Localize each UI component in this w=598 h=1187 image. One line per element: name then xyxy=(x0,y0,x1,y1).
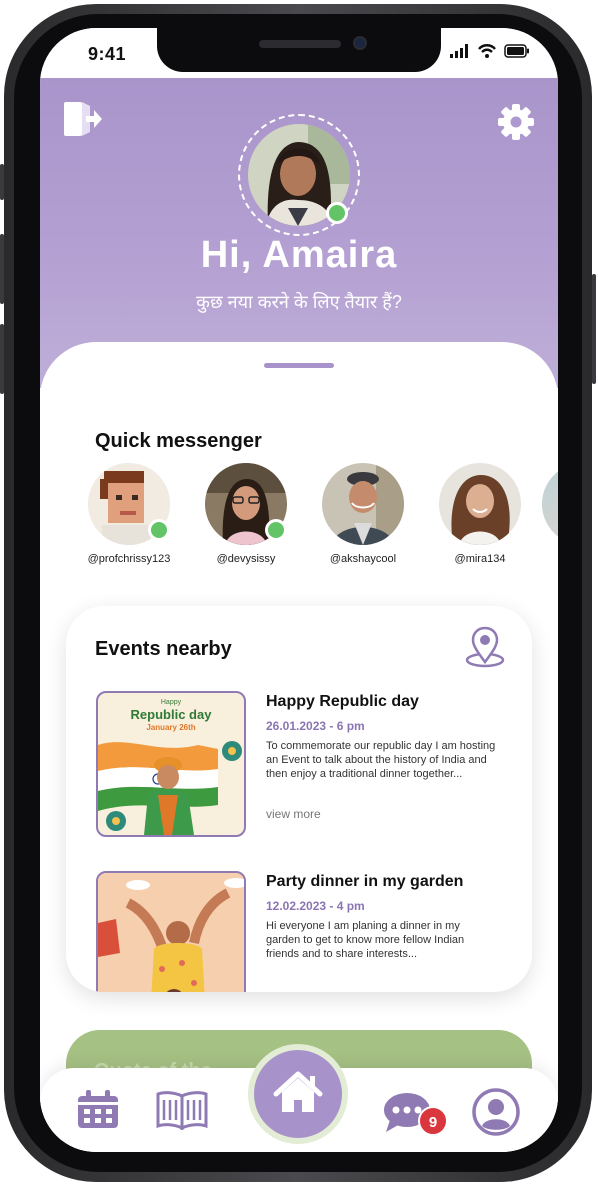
home-icon xyxy=(273,1071,323,1112)
logout-icon[interactable] xyxy=(62,100,102,138)
home-button[interactable] xyxy=(248,1044,348,1144)
event-date: 12.02.2023 - 4 pm xyxy=(266,899,365,913)
location-pin-icon[interactable] xyxy=(462,626,508,670)
event-thumbnail: Happy Republic day January 26th xyxy=(96,691,246,837)
notch xyxy=(157,28,441,72)
contact-item[interactable]: @profchrissy123 xyxy=(74,463,184,565)
events-card: Events nearby Happy Republic day January… xyxy=(66,606,532,992)
contact-avatar xyxy=(88,463,170,545)
battery-icon xyxy=(504,44,529,58)
greeting-subtitle: कुछ नया करने के लिए तैयार हैं? xyxy=(196,292,402,312)
thumb-date-text: January 26th xyxy=(146,723,196,732)
online-status-dot xyxy=(326,202,348,224)
thumb-main-text: Republic day xyxy=(130,707,212,722)
contact-item[interactable]: @devysissy xyxy=(191,463,301,565)
party-illustration xyxy=(98,873,244,992)
event-description: To commemorate our republic day I am hos… xyxy=(266,740,496,780)
message-count-badge: 9 xyxy=(418,1106,448,1136)
contact-handle: @profchrissy123 xyxy=(87,553,171,565)
signal-icon xyxy=(450,44,468,58)
contact-handle: @mira134 xyxy=(454,553,506,565)
contact-avatar xyxy=(439,463,521,545)
online-status-dot xyxy=(148,519,170,541)
event-date: 26.01.2023 - 6 pm xyxy=(266,719,365,733)
wifi-icon xyxy=(478,44,496,58)
profile-icon[interactable] xyxy=(472,1088,520,1141)
profile-avatar-ring xyxy=(238,114,360,236)
app-screen: Hi, Amaira कुछ नया करने के लिए तैयार हैं… xyxy=(40,28,558,1152)
book-icon[interactable] xyxy=(156,1090,208,1135)
contact-handle: @akshaycool xyxy=(329,553,397,565)
view-more-link[interactable]: view more xyxy=(266,807,321,821)
contact-avatar xyxy=(322,463,404,545)
drag-handle[interactable] xyxy=(264,363,334,368)
event-description: Hi everyone I am planing a dinner in my … xyxy=(266,920,465,960)
contact-avatar xyxy=(205,463,287,545)
quick-messenger-title: Quick messenger xyxy=(95,430,262,452)
thumb-small-text: Happy xyxy=(160,699,182,706)
status-bar: 9:41 xyxy=(40,28,558,78)
contact-item-partial[interactable] xyxy=(542,463,558,545)
contact-handle: @devysissy xyxy=(216,553,276,565)
contact-item[interactable]: @mira134 xyxy=(425,463,535,565)
greeting-title: Hi, Amaira xyxy=(200,234,398,276)
event-title: Party dinner in my garden xyxy=(266,873,464,890)
contact-avatar xyxy=(542,463,558,545)
event-thumbnail xyxy=(96,871,246,992)
quick-messenger-list: @profchrissy123 @devysissy @akshaycool @… xyxy=(74,463,558,573)
online-status-dot xyxy=(265,519,287,541)
profile-header: Hi, Amaira कुछ नया करने के लिए तैयार हैं… xyxy=(40,28,558,388)
republic-day-illustration xyxy=(98,741,242,835)
events-title: Events nearby xyxy=(95,638,232,660)
gear-icon[interactable] xyxy=(496,102,536,142)
status-time: 9:41 xyxy=(88,44,127,64)
contact-item[interactable]: @akshaycool xyxy=(308,463,418,565)
event-title: Happy Republic day xyxy=(266,693,419,710)
calendar-icon[interactable] xyxy=(76,1090,120,1135)
